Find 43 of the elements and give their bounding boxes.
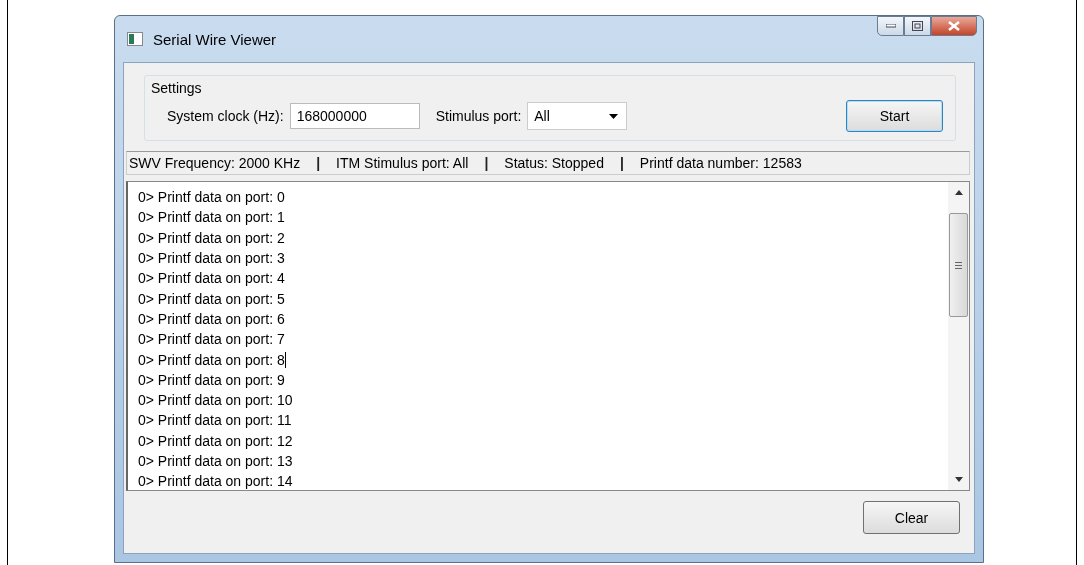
close-button[interactable] — [931, 16, 977, 36]
status-separator: | — [316, 155, 321, 171]
status-separator: | — [484, 155, 489, 171]
log-line: 0> Printf data on port: 13 — [138, 452, 293, 471]
close-icon — [948, 21, 960, 31]
window-title: Serial Wire Viewer — [153, 30, 277, 48]
log-line: 0> Printf data on port: 2 — [138, 228, 285, 248]
status-text: SWV Frequency: 2000 KHz — [129, 155, 301, 171]
status-text: ITM Stimulus port: All — [336, 155, 469, 171]
caret-icon — [609, 113, 619, 119]
log-line: 0> Printf data on port: 8 — [138, 350, 285, 370]
log-line: 0> Printf data on port: 9 — [138, 370, 285, 390]
app-icon — [127, 32, 143, 46]
grip-icon — [955, 261, 962, 269]
system-clock-field[interactable]: 168000000 — [289, 103, 420, 129]
maximize-icon — [912, 21, 923, 31]
stimulus-port-dropdown[interactable]: All — [527, 102, 628, 130]
log-line: 0> Printf data on port: 11 — [138, 411, 292, 431]
scrollbar[interactable] — [948, 182, 969, 490]
group-title: Settings — [151, 80, 202, 96]
log-line: 0> Printf data on port: 1 — [138, 208, 285, 228]
maximize-button[interactable] — [904, 16, 931, 36]
clear-button[interactable]: Clear — [863, 501, 960, 534]
scroll-up-icon — [954, 190, 963, 195]
log-line: 0> Printf data on port: 6 — [138, 309, 285, 329]
log-line: 0> Printf data on port: 12 — [138, 431, 293, 451]
log-line: 0> Printf data on port: 14 — [138, 472, 293, 492]
status-separator: | — [619, 155, 624, 171]
status-text: Printf data number: 12583 — [639, 155, 802, 171]
log-line: 0> Printf data on port: 10 — [138, 391, 293, 411]
scroll-down-icon — [954, 477, 963, 482]
log-line: 0> Printf data on port: 3 — [138, 249, 285, 269]
log-line: 0> Printf data on port: 0 — [138, 188, 285, 208]
field-label: Stimulus port: — [435, 108, 522, 124]
minimize-icon — [885, 24, 896, 28]
log-line: 0> Printf data on port: 7 — [138, 330, 285, 350]
status-text: Status: Stopped — [504, 155, 604, 171]
minimize-button[interactable] — [877, 16, 904, 36]
scrollbar-thumb[interactable] — [949, 213, 968, 317]
field-label: System clock (Hz): — [167, 108, 284, 124]
log-line: 0> Printf data on port: 4 — [138, 269, 285, 289]
log-line: 0> Printf data on port: 5 — [138, 289, 285, 309]
start-button[interactable]: Start — [846, 100, 943, 132]
